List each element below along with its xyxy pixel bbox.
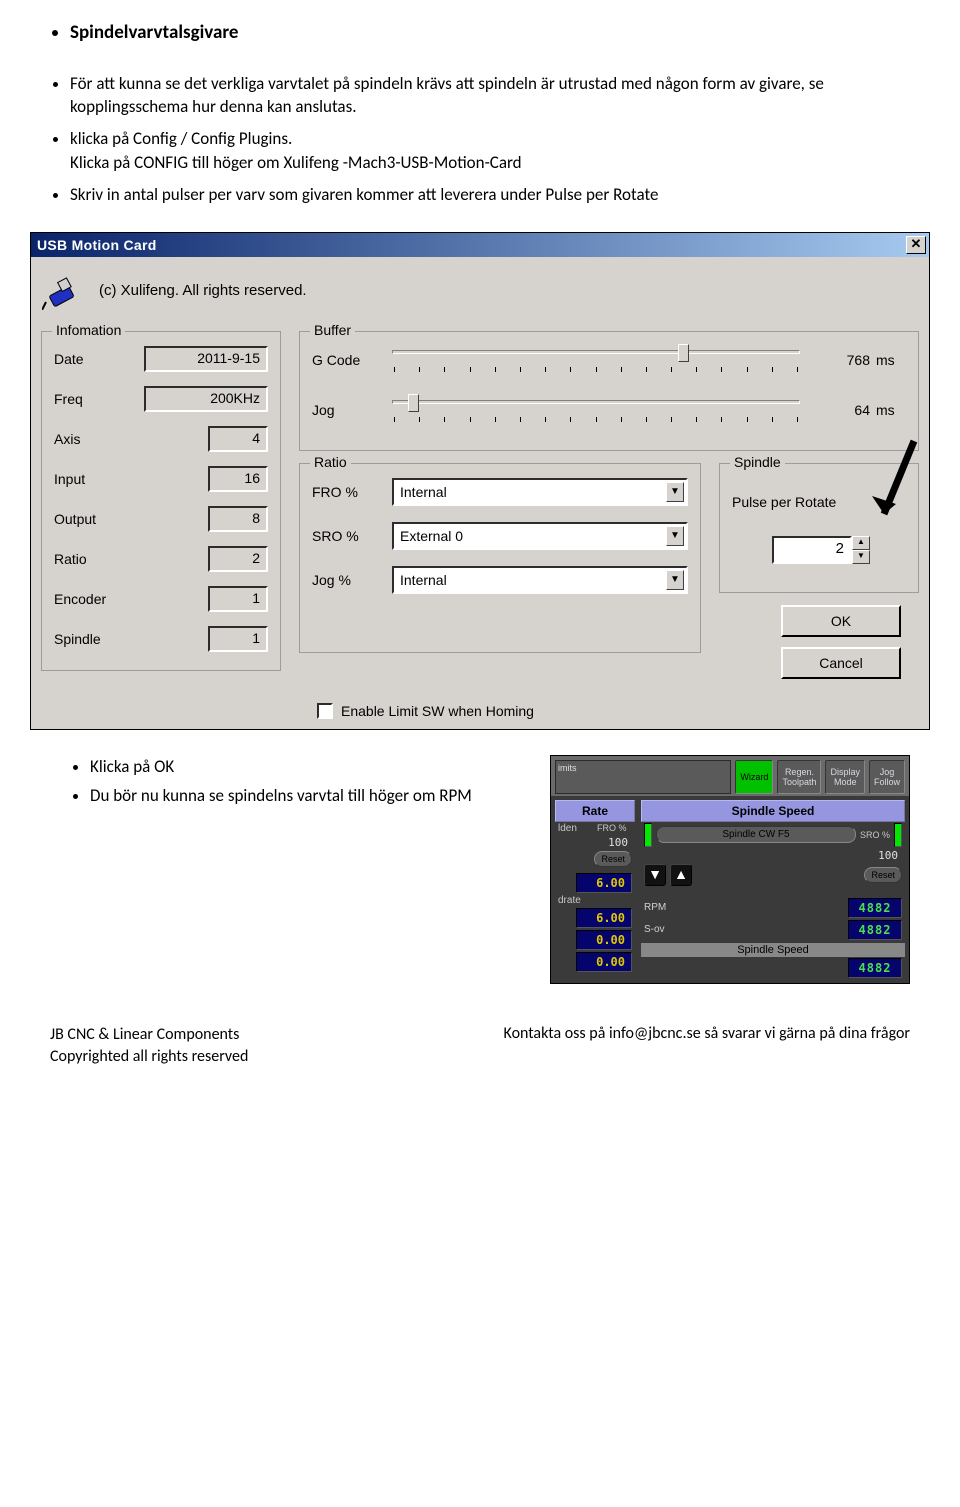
jog-label: Jog (312, 402, 392, 418)
dro-1: 6.00 (576, 873, 632, 893)
dialog-title: USB Motion Card (37, 237, 906, 253)
axis-field: 4 (208, 426, 268, 452)
spindle-speed-strip: Spindle Speed (641, 943, 905, 957)
gcode-label: G Code (312, 352, 392, 368)
sro-select[interactable]: External 0▼ (392, 522, 688, 550)
ratio-group: Ratio FRO % Internal▼ SRO % External 0▼ … (299, 463, 701, 653)
bullet-3: Skriv in antal pulser per varv som givar… (70, 183, 910, 207)
output-label: Output (54, 511, 144, 527)
jog-follow-button[interactable]: JogFollow (869, 760, 905, 794)
dialog-close-button[interactable]: ✕ (906, 236, 926, 254)
dro-4: 0.00 (576, 952, 632, 972)
freq-field: 200KHz (144, 386, 268, 412)
wizard-button[interactable]: Wizard (735, 760, 773, 794)
chevron-down-icon: ▼ (666, 526, 684, 546)
spindle-label: Spindle (54, 631, 144, 647)
input-field: 16 (208, 466, 268, 492)
info-legend: Infomation (52, 322, 125, 338)
enable-limit-checkbox[interactable] (317, 703, 333, 719)
sov-label: S-ov (644, 924, 844, 935)
sro-label: SRO % (860, 830, 890, 840)
dro-2: 6.00 (576, 908, 632, 928)
spindle-led-right (894, 823, 902, 847)
spindle-legend: Spindle (730, 454, 785, 470)
buffer-group: Buffer G Code 768 ms Jog (299, 331, 919, 451)
input-label: Input (54, 471, 144, 487)
usb-motion-card-dialog: USB Motion Card ✕ (c) Xulifeng. All righ… (30, 232, 930, 730)
chevron-down-icon: ▼ (666, 482, 684, 502)
rpm-label: RPM (644, 902, 844, 913)
fro-label: FRO % (312, 484, 392, 500)
enable-limit-label: Enable Limit SW when Homing (341, 703, 534, 719)
bullet-rpm: Du bör nu kunna se spindelns varvtal til… (90, 784, 520, 808)
jog-slider[interactable] (392, 396, 800, 424)
doc-heading: Spindelvarvtalsgivare (70, 20, 910, 47)
spindle-field: 1 (208, 626, 268, 652)
dialog-titlebar: USB Motion Card ✕ (31, 233, 929, 257)
information-group: Infomation Date2011-9-15 Freq200KHz Axis… (41, 331, 281, 671)
sov-dro: 4882 (848, 920, 902, 940)
spindle-speed-dro: 4882 (848, 958, 902, 978)
date-label: Date (54, 351, 144, 367)
jog-unit: ms (876, 402, 906, 418)
display-mode-button[interactable]: DisplayMode (825, 760, 865, 794)
ppr-down-button[interactable]: ▼ (852, 550, 870, 564)
ratio-field: 2 (208, 546, 268, 572)
ppr-input[interactable]: 2 (772, 536, 852, 564)
spindle-minus-button[interactable]: ▼ (644, 864, 666, 886)
spindle-group: Spindle Pulse per Rotate 2 ▲ ▼ (719, 463, 919, 593)
ratio-legend: Ratio (310, 454, 351, 470)
axis-label: Axis (54, 431, 144, 447)
rate-header: Rate (555, 800, 635, 822)
arrow-annotation-icon (854, 436, 924, 536)
fro-label: FRO % (597, 823, 632, 833)
bullet-1: För att kunna se det verkliga varvtalet … (70, 72, 910, 120)
output-field: 8 (208, 506, 268, 532)
copyright-text: (c) Xulifeng. All rights reserved. (99, 282, 307, 299)
fro-select[interactable]: Internal▼ (392, 478, 688, 506)
sro-value: 100 (874, 849, 902, 862)
footer-contact: Kontakta oss på info@jbcnc.se så svarar … (504, 1024, 910, 1069)
gcode-unit: ms (876, 352, 906, 368)
jog-value: 64 (810, 402, 870, 418)
chevron-down-icon: ▼ (666, 570, 684, 590)
spindle-speed-header: Spindle Speed (641, 800, 905, 822)
mach3-panel: imits Wizard Regen.Toolpath DisplayMode … (550, 755, 910, 984)
footer-copyright: Copyrighted all rights reserved (50, 1046, 248, 1068)
sro-reset-button[interactable]: Reset (864, 867, 902, 883)
spindle-led-left (644, 823, 652, 847)
sro-label: SRO % (312, 528, 392, 544)
fro-reset-button[interactable]: Reset (594, 851, 632, 867)
cancel-button[interactable]: Cancel (781, 647, 901, 679)
jogpct-label: Jog % (312, 572, 392, 588)
date-field: 2011-9-15 (144, 346, 268, 372)
ok-button[interactable]: OK (781, 605, 901, 637)
gcode-value: 768 (810, 352, 870, 368)
ppr-up-button[interactable]: ▲ (852, 536, 870, 550)
regen-toolpath-button[interactable]: Regen.Toolpath (777, 760, 821, 794)
gcode-slider[interactable] (392, 346, 800, 374)
rpm-dro: 4882 (848, 898, 902, 918)
fro-value: 100 (604, 836, 632, 849)
bullet-2: klicka på Config / Config Plugins. Klick… (70, 127, 910, 175)
footer-company: JB CNC & Linear Components (50, 1024, 248, 1046)
dro-3: 0.00 (576, 930, 632, 950)
ppr-label: Pulse per Rotate (732, 494, 906, 510)
lden-label: lden (558, 823, 593, 834)
freq-label: Freq (54, 391, 144, 407)
usb-icon (41, 271, 81, 311)
imits-fragment: imits (555, 760, 731, 794)
encoder-label: Encoder (54, 591, 144, 607)
ratio-label: Ratio (54, 551, 144, 567)
spindle-plus-button[interactable]: ▲ (670, 864, 692, 886)
spindle-cw-button[interactable]: Spindle CW F5 (656, 826, 856, 843)
bullet-ok: Klicka på OK (90, 755, 520, 779)
encoder-field: 1 (208, 586, 268, 612)
jogpct-select[interactable]: Internal▼ (392, 566, 688, 594)
drate-label: drate (558, 895, 632, 906)
buffer-legend: Buffer (310, 322, 355, 338)
